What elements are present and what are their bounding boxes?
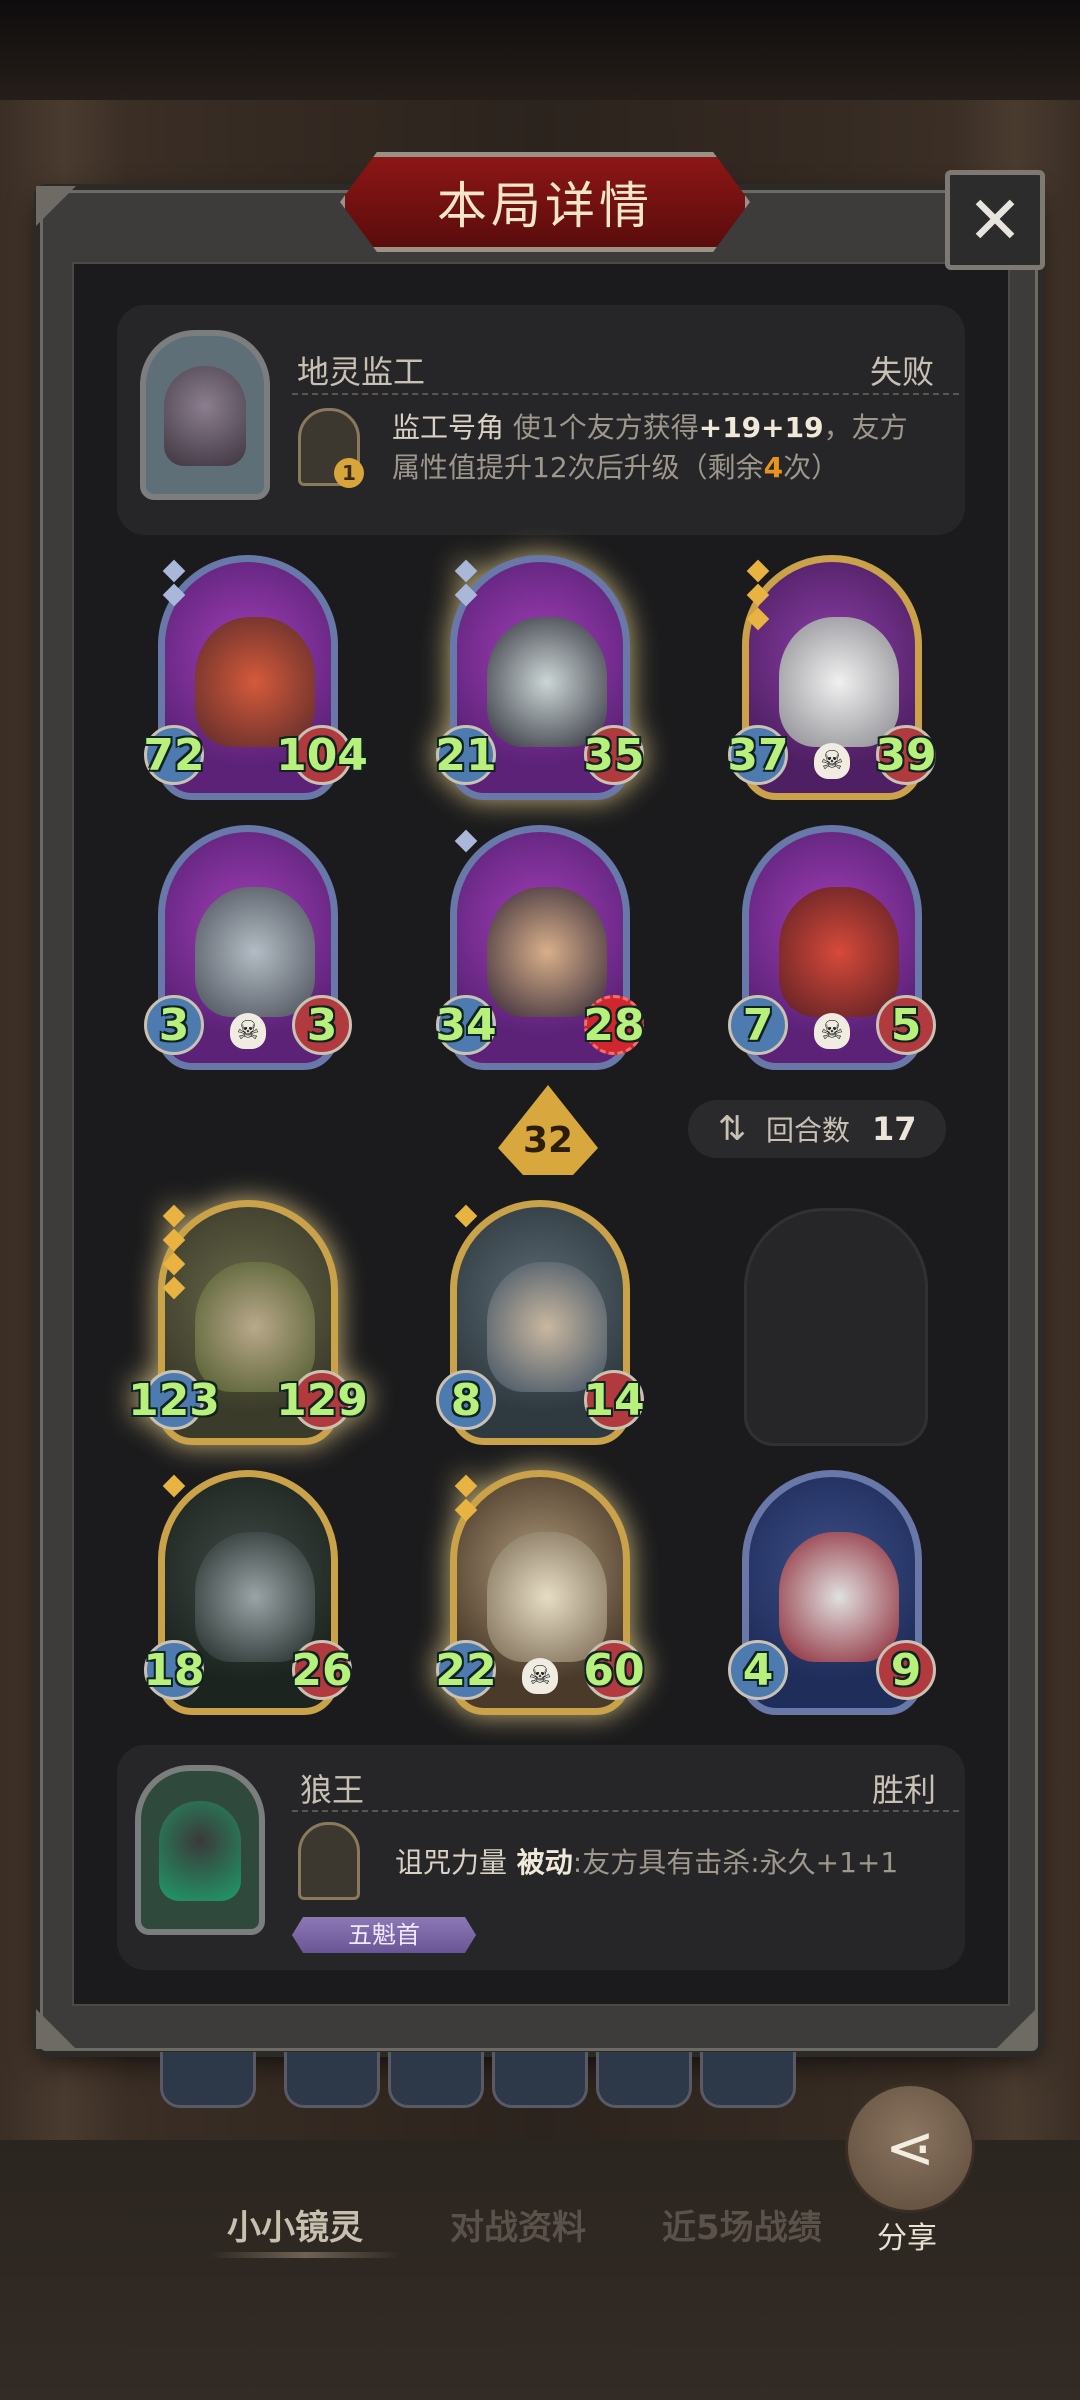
minion-card[interactable]: 4 9 xyxy=(728,1470,936,1715)
player-skill-name: 诅咒力量 xyxy=(395,1846,508,1879)
minion-art xyxy=(487,617,607,747)
tab-battle-info[interactable]: 对战资料 xyxy=(450,2200,586,2249)
minion-art xyxy=(487,1532,607,1662)
health-stat: 5 xyxy=(876,995,936,1055)
minion-card[interactable]: 72 104 xyxy=(143,555,368,800)
tier-star-icon xyxy=(454,1474,478,1498)
background-card xyxy=(700,2052,796,2108)
tier-star-icon xyxy=(746,559,770,583)
skill-level-badge: 1 xyxy=(334,458,364,488)
attack-stat: 34 xyxy=(435,995,497,1055)
empty-board-slot xyxy=(744,1208,928,1446)
health-stat: 28 xyxy=(583,995,645,1055)
minion-art xyxy=(195,1262,315,1392)
tier-star-icon xyxy=(162,559,186,583)
active-tab-underline xyxy=(210,2252,400,2258)
minion-art xyxy=(487,1262,607,1392)
minion-art xyxy=(195,617,315,747)
minion-card[interactable]: 3 ☠ 3 xyxy=(144,825,352,1070)
minion-card[interactable]: 22 ☠ 60 xyxy=(435,1470,645,1715)
player-avatar[interactable] xyxy=(135,1765,265,1935)
health-stat: 3 xyxy=(292,995,352,1055)
skull-icon: ☠ xyxy=(522,1658,558,1694)
background-card xyxy=(388,2052,484,2108)
minion-art xyxy=(487,887,607,1017)
divider xyxy=(292,1810,959,1812)
minion-art xyxy=(779,887,899,1017)
player-result: 胜利 xyxy=(872,1771,937,1809)
player-skill-description: 诅咒力量 被动:友方具有击杀:永久+1+1 xyxy=(395,1846,899,1879)
attack-stat: 3 xyxy=(144,995,204,1055)
health-stat: 14 xyxy=(583,1370,645,1430)
minion-art xyxy=(195,1532,315,1662)
background-card xyxy=(492,2052,588,2108)
attack-stat: 123 xyxy=(128,1370,220,1430)
share-label: 分享 xyxy=(877,2221,937,2256)
minion-card[interactable]: 18 26 xyxy=(143,1470,353,1715)
skull-icon: ☠ xyxy=(814,743,850,779)
background-lineup-strip xyxy=(160,2052,880,2112)
tab-recent-5-matches[interactable]: 近5场战绩 xyxy=(662,2200,822,2249)
dialog-title: 本局详情 xyxy=(437,177,653,235)
minion-art xyxy=(779,1532,899,1662)
minion-card[interactable]: 37 ☠ 39 xyxy=(727,555,937,800)
divider xyxy=(292,393,959,395)
opponent-avatar[interactable] xyxy=(140,330,270,500)
opponent-name: 地灵监工 xyxy=(297,353,426,391)
tavern-level-value: 32 xyxy=(522,1119,574,1161)
tab-little-mirror-spirit[interactable]: 小小镜灵 xyxy=(227,2200,363,2249)
attack-stat: 37 xyxy=(727,725,789,785)
minion-art xyxy=(195,887,315,1017)
wolf-skill-icon[interactable] xyxy=(298,1822,360,1900)
tier-star-icon xyxy=(162,1204,186,1228)
health-stat: 60 xyxy=(583,1640,645,1700)
health-stat: 35 xyxy=(583,725,645,785)
tier-star-icon xyxy=(454,559,478,583)
tier-star-icon xyxy=(162,1474,186,1498)
opponent-skill-name: 监工号角 xyxy=(392,411,505,444)
attack-stat: 4 xyxy=(728,1640,788,1700)
skull-icon: ☠ xyxy=(814,1013,850,1049)
rounds-label: 回合数 xyxy=(766,1114,851,1147)
share-icon: ⋖ xyxy=(884,2113,936,2183)
player-name: 狼王 xyxy=(300,1771,365,1809)
refresh-icon: ⇅ xyxy=(717,1109,747,1149)
attack-stat: 72 xyxy=(143,725,205,785)
player-title-badge: 五魁首 xyxy=(292,1917,476,1953)
background-card xyxy=(160,2052,256,2108)
background-card xyxy=(596,2052,692,2108)
rounds-counter: ⇅ 回合数 17 xyxy=(688,1100,946,1158)
minion-art xyxy=(779,617,899,747)
opponent-skill-description: 监工号角 使1个友方获得+19+19，友方属性值提升12次后升级（剩余4次） xyxy=(392,411,908,484)
rounds-value: 17 xyxy=(872,1110,917,1148)
player-avatar-art xyxy=(159,1801,241,1901)
attack-stat: 22 xyxy=(435,1640,497,1700)
health-stat: 26 xyxy=(291,1640,353,1700)
health-stat: 104 xyxy=(276,725,368,785)
opponent-result: 失败 xyxy=(870,353,935,391)
close-button[interactable]: ✕ xyxy=(945,170,1045,270)
attack-stat: 8 xyxy=(436,1370,496,1430)
minion-card[interactable]: 34 28 xyxy=(435,825,645,1070)
skull-icon: ☠ xyxy=(230,1013,266,1049)
tier-star-icon xyxy=(454,829,478,853)
attack-stat: 18 xyxy=(143,1640,205,1700)
health-stat: 39 xyxy=(875,725,937,785)
background-card xyxy=(284,2052,380,2108)
tier-star-icon xyxy=(454,1204,478,1228)
minion-card[interactable]: 8 14 xyxy=(436,1200,645,1445)
health-stat: 9 xyxy=(876,1640,936,1700)
opponent-avatar-art xyxy=(164,366,246,466)
minion-card[interactable]: 7 ☠ 5 xyxy=(728,825,936,1070)
share-button[interactable]: ⋖ xyxy=(845,2083,975,2213)
close-icon: ✕ xyxy=(967,181,1023,259)
minion-card[interactable]: 21 35 xyxy=(435,555,645,800)
dialog-title-plate: 本局详情 xyxy=(340,152,750,252)
health-stat: 129 xyxy=(276,1370,368,1430)
attack-stat: 7 xyxy=(728,995,788,1055)
minion-card[interactable]: 123 129 xyxy=(128,1200,368,1445)
attack-stat: 21 xyxy=(435,725,497,785)
